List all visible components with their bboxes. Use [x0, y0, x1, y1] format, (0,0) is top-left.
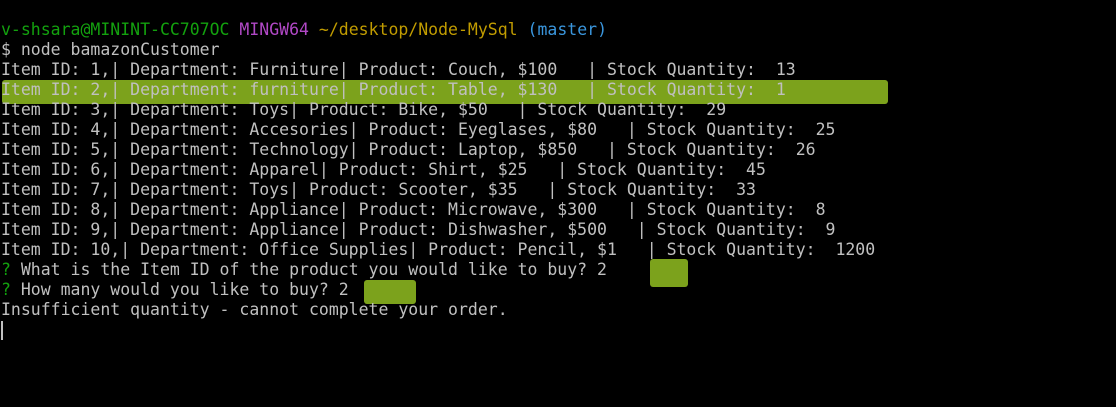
item-row: Item ID: 7,| Department: Toys| Product: …	[1, 180, 756, 199]
answer-item-id[interactable]: 2	[597, 260, 607, 279]
prompt-user: v-shsara@MININT-CC707OC	[1, 20, 230, 39]
highlight-answer-1	[650, 259, 688, 287]
item-row: Item ID: 2,| Department: furniture| Prod…	[1, 80, 786, 99]
item-row: Item ID: 1,| Department: Furniture| Prod…	[1, 60, 796, 79]
cursor-caret[interactable]	[1, 321, 3, 340]
item-row: Item ID: 4,| Department: Accesories| Pro…	[1, 120, 836, 139]
item-row: Item ID: 5,| Department: Technology| Pro…	[1, 140, 816, 159]
question-text: What is the Item ID of the product you w…	[10, 260, 598, 279]
prompt-branch: (master)	[527, 20, 608, 39]
prompt-line: v-shsara@MININT-CC707OC MINGW64 ~/deskto…	[1, 20, 607, 40]
question-item-id: ? What is the Item ID of the product you…	[1, 260, 607, 280]
prompt-path: ~/desktop/Node-MySql	[318, 20, 518, 39]
question-mark: ?	[1, 280, 11, 299]
item-row: Item ID: 10,| Department: Office Supplie…	[1, 240, 876, 259]
question-text: How many would you like to buy?	[10, 280, 339, 299]
terminal-window[interactable]: v-shsara@MININT-CC707OC MINGW64 ~/deskto…	[0, 0, 1116, 407]
question-quantity: ? How many would you like to buy? 2	[1, 280, 349, 300]
item-row: Item ID: 6,| Department: Apparel| Produc…	[1, 160, 766, 179]
item-row: Item ID: 9,| Department: Appliance| Prod…	[1, 220, 836, 239]
command-line: $ node bamazonCustomer	[1, 40, 220, 59]
question-mark: ?	[1, 260, 11, 279]
prompt-system: MINGW64	[239, 20, 309, 39]
answer-quantity[interactable]: 2	[339, 280, 349, 299]
item-row: Item ID: 3,| Department: Toys| Product: …	[1, 100, 727, 119]
item-row: Item ID: 8,| Department: Appliance| Prod…	[1, 200, 826, 219]
result-message: Insufficient quantity - cannot complete …	[1, 300, 508, 319]
